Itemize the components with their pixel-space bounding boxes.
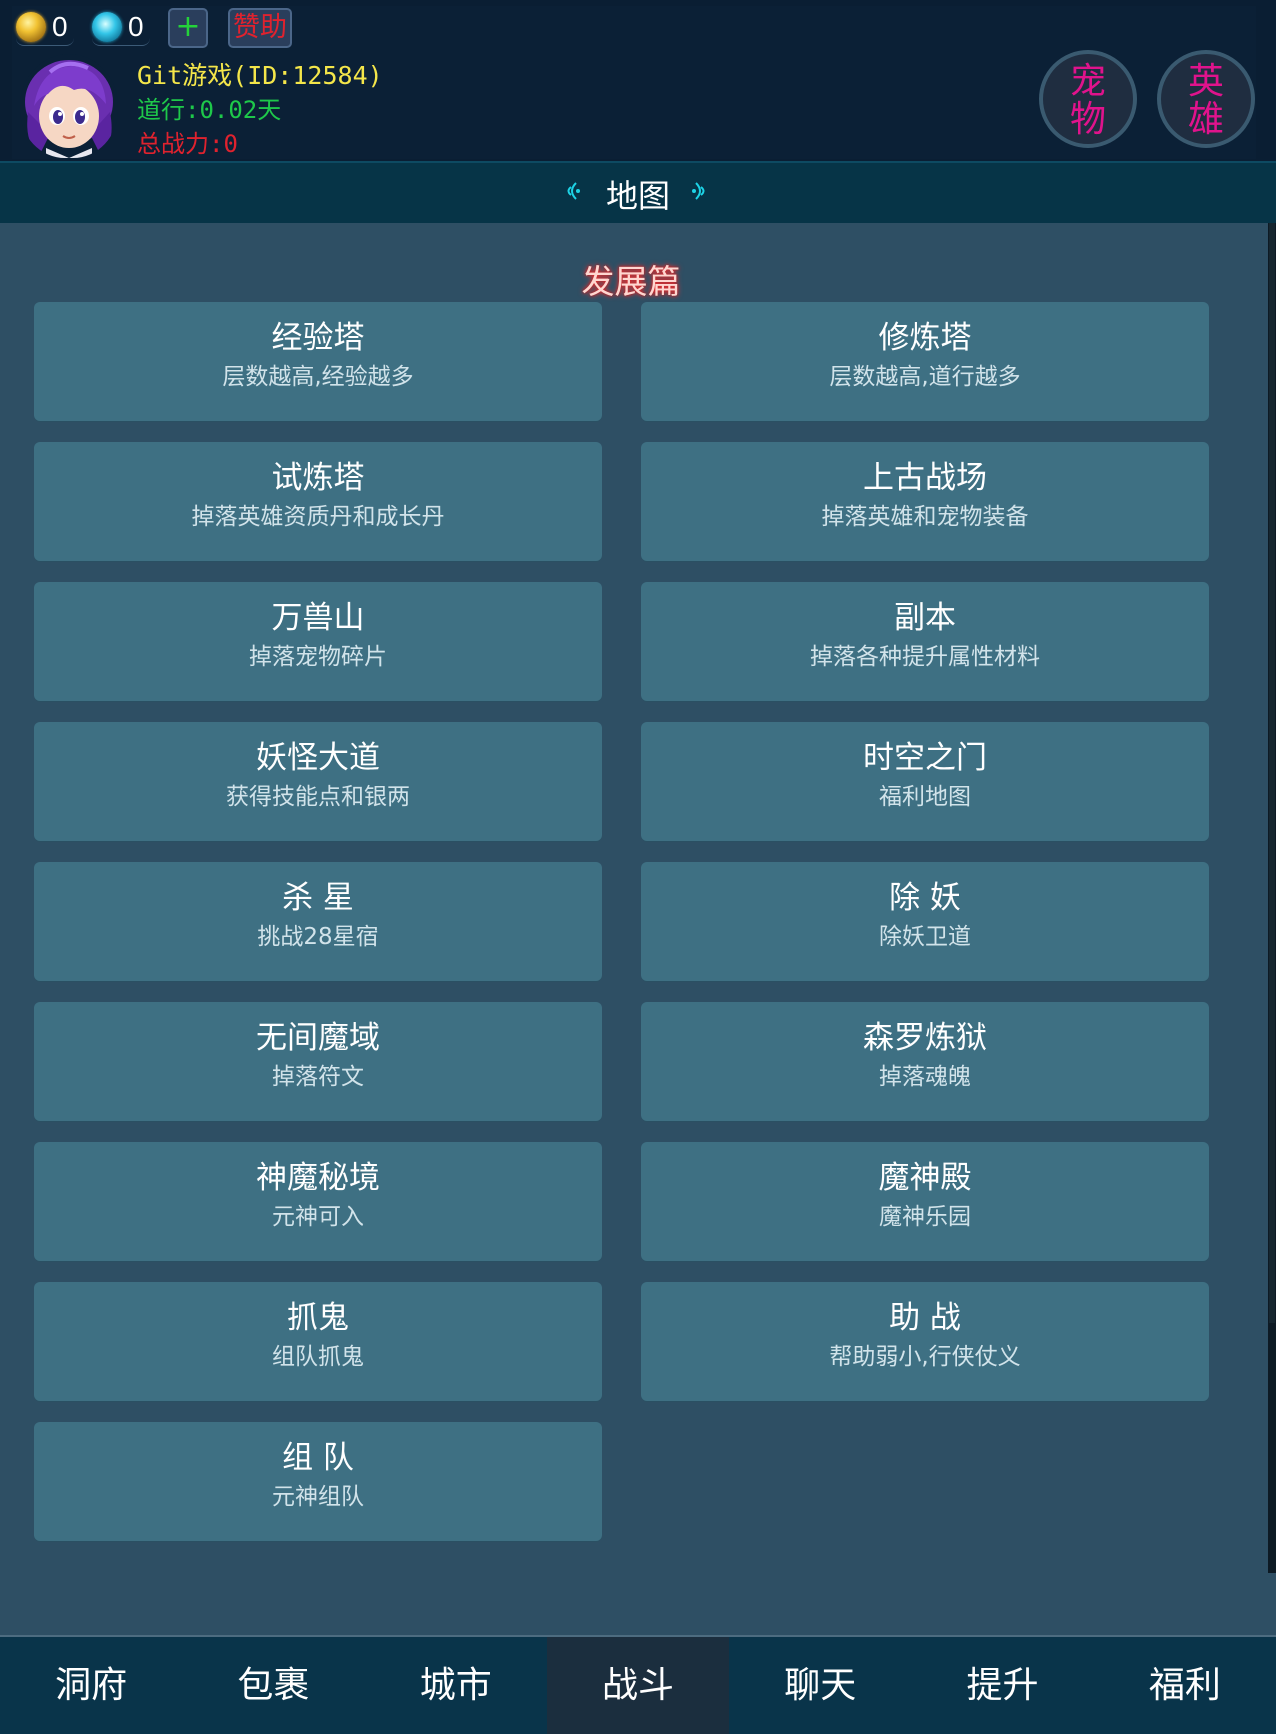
nav-item[interactable]: 提升 [911,1637,1093,1734]
map-card[interactable]: 助 战帮助弱小,行侠仗义 [641,1282,1209,1401]
map-card-desc: 元神可入 [272,1204,364,1230]
map-card-desc: 福利地图 [879,784,971,810]
map-card-title: 经验塔 [271,320,365,356]
map-card[interactable]: 万兽山 掉落宠物碎片 [34,582,602,701]
top-status-bar: 0 0 + 赞助 Git游戏(ID:12584) 道行:0.02天 总战力:0 … [0,0,1276,161]
map-card-title: 神魔秘境 [256,1160,380,1196]
map-card-title: 助 战 [889,1300,961,1336]
nav-item[interactable]: 福利 [1094,1637,1276,1734]
map-card[interactable]: 组 队元神组队 [34,1422,602,1541]
page-title-bar: 地图 [0,161,1276,223]
map-card-title: 组 队 [282,1440,354,1476]
map-card[interactable]: 试炼塔掉落英雄资质丹和成长丹 [34,442,602,561]
map-card[interactable]: 时空之门 福利地图 [641,722,1209,841]
purple-haired-hero-avatar-icon [20,54,118,158]
map-card-title: 妖怪大道 [256,740,380,776]
map-card[interactable]: 无间魔域 掉落符文 [34,1002,602,1121]
map-card-title: 试炼塔 [271,460,365,496]
map-card-desc: 掉落宠物碎片 [249,644,387,670]
player-name: Git游戏(ID:12584) [137,61,383,90]
player-daoxing: 道行:0.02天 [137,96,282,124]
map-card-title: 上古战场 [863,460,987,496]
map-card[interactable]: 妖怪大道获得技能点和银两 [34,722,602,841]
map-card[interactable]: 除 妖除妖卫道 [641,862,1209,981]
map-card[interactable]: 森罗炼狱 掉落魂魄 [641,1002,1209,1121]
recharge-plus-button[interactable]: + [168,8,208,48]
avatar[interactable] [20,54,118,158]
bottom-nav: 洞府 包裹 城市 战斗 聊天 提升 福利 [0,1635,1276,1734]
map-card-title: 森罗炼狱 [863,1020,987,1056]
map-card-desc: 组队抓鬼 [272,1344,364,1370]
map-card-title: 副本 [894,600,956,636]
map-card[interactable]: 魔神殿 魔神乐园 [641,1142,1209,1261]
gold-currency: 0 [16,8,74,46]
nav-item[interactable]: 战斗 [546,1637,730,1734]
map-card-title: 时空之门 [863,740,987,776]
map-card-desc: 层数越高,道行越多 [829,364,1021,390]
map-card[interactable]: 上古战场掉落英雄和宠物装备 [641,442,1209,561]
map-card[interactable]: 杀 星挑战28星宿 [34,862,602,981]
title-ornament-right-icon [692,181,708,201]
nav-item[interactable]: 聊天 [729,1637,911,1734]
map-card-title: 修炼塔 [878,320,972,356]
map-card[interactable]: 抓鬼 组队抓鬼 [34,1282,602,1401]
map-card-title: 杀 星 [282,880,354,916]
page-title: 地图 [605,177,670,215]
map-card[interactable]: 修炼塔层数越高,道行越多 [641,302,1209,421]
gold-coin-icon [16,11,46,42]
map-card-desc: 层数越高,经验越多 [222,364,414,390]
map-card[interactable]: 副本掉落各种提升属性材料 [641,582,1209,701]
scrollbar[interactable] [1268,223,1276,1573]
map-card-desc: 魔神乐园 [879,1204,971,1230]
scrollbar-thumb[interactable] [1269,223,1275,1323]
nav-item[interactable]: 城市 [365,1637,547,1734]
gold-amount: 0 [52,10,68,42]
map-card-desc: 元神组队 [272,1484,364,1510]
map-card-desc: 掉落英雄和宠物装备 [821,504,1029,530]
map-card-desc: 除妖卫道 [879,924,971,950]
map-card-desc: 挑战28星宿 [257,924,379,950]
hero-button-label-2: 雄 [1187,99,1224,140]
map-card-title: 抓鬼 [287,1300,349,1336]
map-card-title: 除 妖 [889,880,961,916]
hero-button[interactable]: 英 雄 [1157,50,1255,148]
hero-button-label-1: 英 [1187,61,1224,102]
map-card-title: 无间魔域 [256,1020,380,1056]
player-total-power: 总战力:0 [137,130,238,158]
map-card[interactable]: 经验塔层数越高,经验越多 [34,302,602,421]
map-card-desc: 掉落符文 [272,1064,364,1090]
sponsor-button[interactable]: 赞助 [228,8,292,48]
gem-amount: 0 [128,10,144,42]
map-card-title: 万兽山 [271,600,365,636]
map-card-desc: 掉落各种提升属性材料 [810,644,1040,670]
map-card-desc: 掉落英雄资质丹和成长丹 [191,504,445,530]
gem-currency: 0 [92,8,150,46]
nav-item[interactable]: 包裹 [182,1637,364,1734]
nav-item[interactable]: 洞府 [0,1637,182,1734]
pet-button-label-1: 宠 [1069,61,1106,102]
pet-button-label-2: 物 [1069,99,1106,140]
map-card-desc: 掉落魂魄 [879,1064,971,1090]
map-card-desc: 帮助弱小,行侠仗义 [829,1344,1021,1370]
spiral-gem-icon [92,11,122,42]
map-card-title: 魔神殿 [878,1160,972,1196]
section-title: 发展篇 [581,262,681,301]
map-list-panel[interactable]: 发展篇 经验塔 层数越高,经验越多 修炼塔 层数越高,道行越多 试炼塔 掉落英雄资质丹和成… [0,223,1276,1635]
map-card[interactable]: 神魔秘境 元神可入 [34,1142,602,1261]
map-card-desc: 获得技能点和银两 [226,784,410,810]
pet-button[interactable]: 宠 物 [1039,50,1137,148]
